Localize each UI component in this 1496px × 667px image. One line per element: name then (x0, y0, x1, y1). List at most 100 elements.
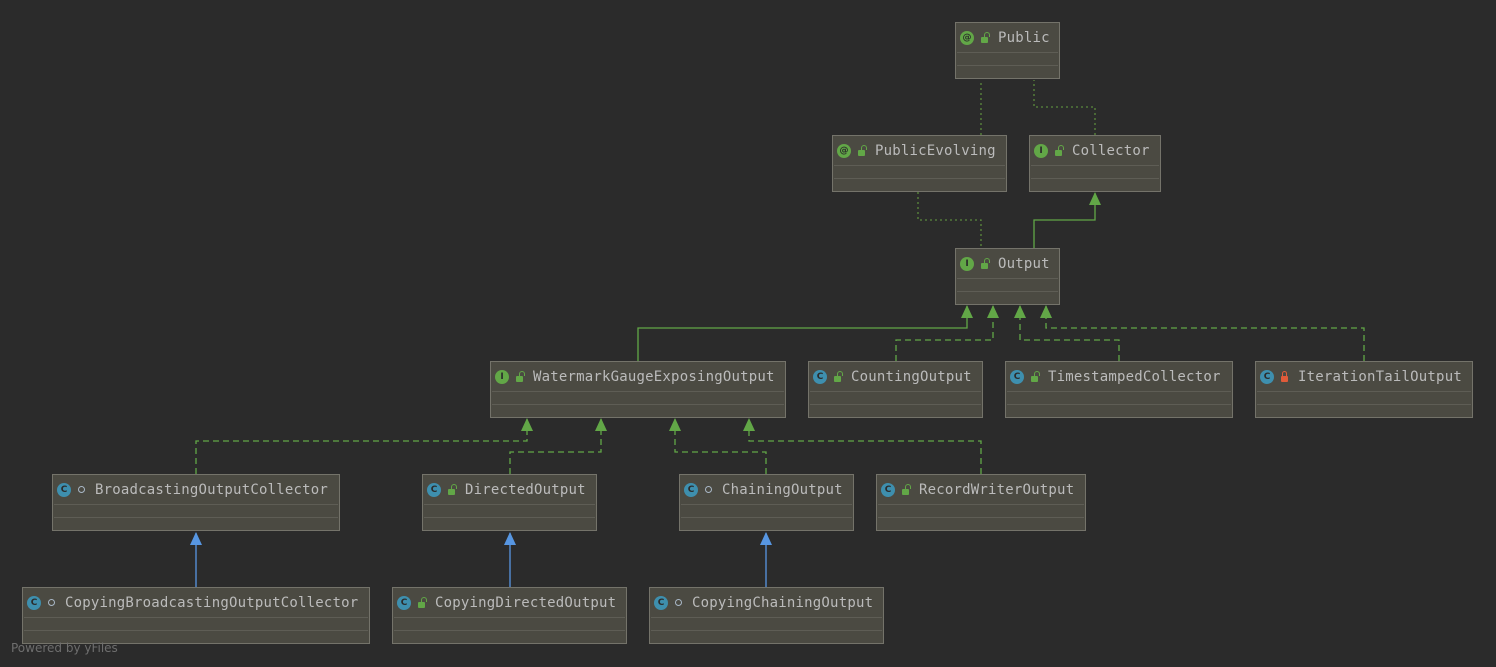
class-node[interactable]: I Output (955, 248, 1060, 305)
class-name: IterationTailOutput (1298, 368, 1462, 385)
public-visibility-icon (898, 483, 912, 495)
class-node-header: C CountingOutput (809, 362, 982, 391)
class-node[interactable]: C RecordWriterOutput (876, 474, 1086, 531)
public-visibility-icon (414, 596, 428, 608)
interface-icon: I (495, 369, 509, 384)
class-node-header: C RecordWriterOutput (877, 475, 1085, 504)
package-visibility-icon (701, 486, 715, 493)
edge-implements (195, 418, 533, 474)
edge-annotated-by (917, 192, 982, 248)
public-visibility-icon (512, 370, 526, 382)
inheritance-arrowhead (521, 418, 533, 431)
class-node-header: @ Public (956, 23, 1059, 52)
compartment-divider (957, 291, 1058, 292)
compartment-divider (424, 517, 595, 518)
class-node-header: C TimestampedCollector (1006, 362, 1232, 391)
class-name: Output (998, 255, 1050, 272)
compartment-divider (1257, 404, 1471, 405)
edge-line (1045, 306, 1365, 361)
edge-extends-interface (1033, 192, 1101, 248)
package-visibility-icon (671, 599, 685, 606)
class-node[interactable]: C CountingOutput (808, 361, 983, 418)
inheritance-arrowhead (1089, 192, 1101, 205)
compartment-divider (492, 404, 784, 405)
class-name: CopyingChainingOutput (692, 594, 874, 611)
class-node-header: I Output (956, 249, 1059, 278)
class-name: BroadcastingOutputCollector (95, 481, 328, 498)
class-node[interactable]: I Collector (1029, 135, 1161, 192)
inheritance-arrowhead (1014, 305, 1026, 318)
class-icon: C (397, 595, 411, 610)
class-node[interactable]: @ PublicEvolving (832, 135, 1007, 192)
inheritance-arrowhead (987, 305, 999, 318)
edge-implements (743, 418, 982, 474)
edge-line (895, 306, 994, 361)
class-node-header: I WatermarkGaugeExposingOutput (491, 362, 785, 391)
inheritance-arrowhead (504, 532, 516, 545)
inheritance-arrowhead (743, 418, 755, 431)
inheritance-arrowhead (760, 532, 772, 545)
edge-extends-interface (637, 305, 973, 361)
edge-extends (760, 532, 772, 587)
public-visibility-icon (1027, 370, 1041, 382)
public-visibility-icon (977, 31, 991, 43)
edge-line (195, 419, 528, 474)
class-name: TimestampedCollector (1048, 368, 1221, 385)
class-node[interactable]: C CopyingChainingOutput (649, 587, 884, 644)
class-node-header: C CopyingChainingOutput (650, 588, 883, 617)
annotation-icon: @ (960, 30, 974, 45)
compartment-divider (878, 517, 1084, 518)
inheritance-arrowhead (961, 305, 973, 318)
class-node[interactable]: C BroadcastingOutputCollector (52, 474, 340, 531)
annotation-icon: @ (837, 143, 851, 158)
class-node-header: C CopyingDirectedOutput (393, 588, 626, 617)
class-name: ChainingOutput (722, 481, 843, 498)
interface-icon: I (960, 256, 974, 271)
compartment-divider (810, 404, 981, 405)
class-name: RecordWriterOutput (919, 481, 1075, 498)
class-node[interactable]: C ChainingOutput (679, 474, 854, 531)
class-icon: C (1260, 369, 1274, 384)
public-visibility-icon (977, 257, 991, 269)
edge-implements (1040, 305, 1365, 361)
class-icon: C (684, 482, 698, 497)
class-node[interactable]: C IterationTailOutput (1255, 361, 1473, 418)
package-visibility-icon (44, 599, 58, 606)
public-visibility-icon (830, 370, 844, 382)
class-name: WatermarkGaugeExposingOutput (533, 368, 775, 385)
class-node[interactable]: @ Public (955, 22, 1060, 79)
package-visibility-icon (74, 486, 88, 493)
class-name: CopyingBroadcastingOutputCollector (65, 594, 359, 611)
compartment-divider (1031, 178, 1159, 179)
class-icon: C (57, 482, 71, 497)
class-node[interactable]: I WatermarkGaugeExposingOutput (490, 361, 786, 418)
class-icon: C (27, 595, 41, 610)
public-visibility-icon (854, 144, 868, 156)
edge-line (1033, 80, 1096, 135)
class-icon: C (881, 482, 895, 497)
edge-line (748, 419, 982, 474)
public-visibility-icon (444, 483, 458, 495)
interface-icon: I (1034, 143, 1048, 158)
class-name: Collector (1072, 142, 1150, 159)
compartment-divider (54, 517, 338, 518)
class-node[interactable]: C CopyingBroadcastingOutputCollector (22, 587, 370, 644)
compartment-divider (651, 630, 882, 631)
compartment-divider (834, 178, 1005, 179)
class-node-header: C BroadcastingOutputCollector (53, 475, 339, 504)
class-node-header: C DirectedOutput (423, 475, 596, 504)
class-name: CopyingDirectedOutput (435, 594, 617, 611)
class-node-header: @ PublicEvolving (833, 136, 1006, 165)
class-node[interactable]: C CopyingDirectedOutput (392, 587, 627, 644)
class-icon: C (427, 482, 441, 497)
class-node[interactable]: C DirectedOutput (422, 474, 597, 531)
edge-line (1019, 306, 1120, 361)
class-node[interactable]: C TimestampedCollector (1005, 361, 1233, 418)
compartment-divider (681, 517, 852, 518)
class-icon: C (654, 595, 668, 610)
class-icon: C (813, 369, 827, 384)
class-icon: C (1010, 369, 1024, 384)
inheritance-arrowhead (190, 532, 202, 545)
class-node-header: I Collector (1030, 136, 1160, 165)
edge-line (637, 306, 968, 361)
